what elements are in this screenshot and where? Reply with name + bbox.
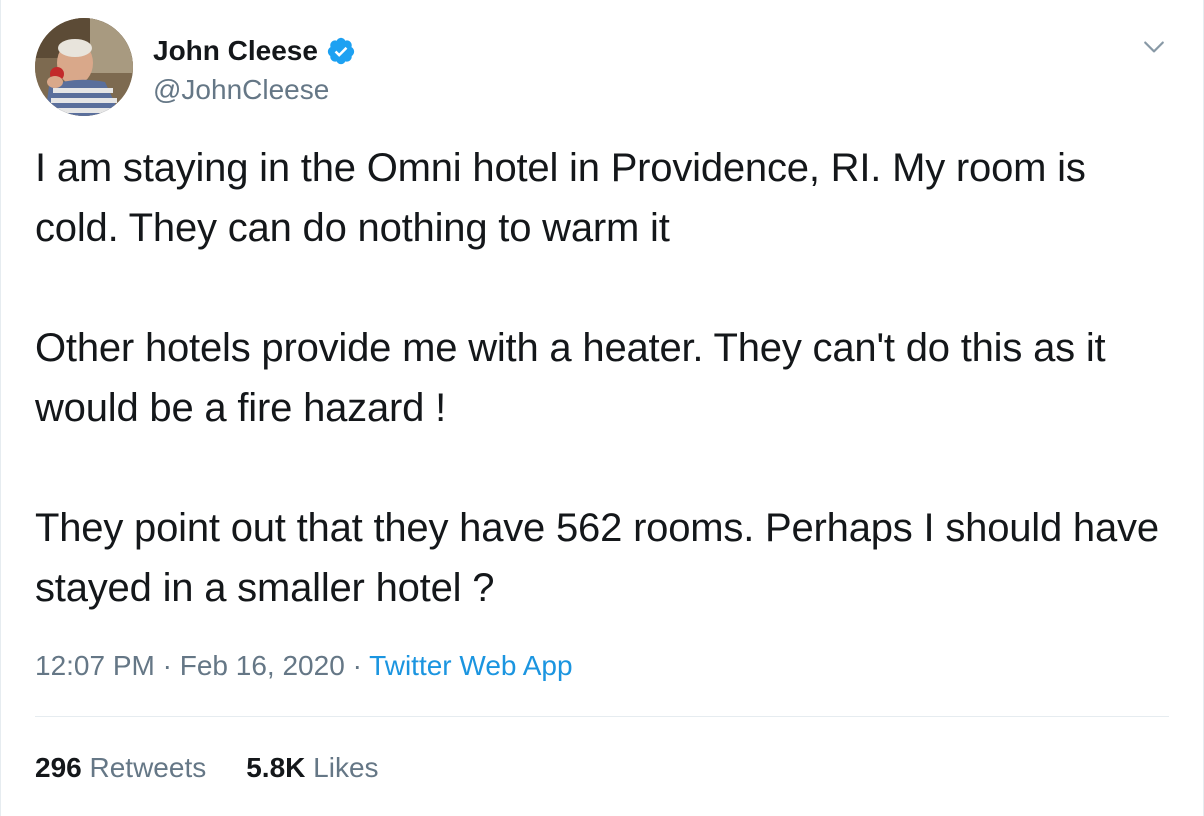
- tweet-time[interactable]: 12:07 PM: [35, 650, 155, 681]
- likes-stat[interactable]: 5.8K Likes: [246, 748, 378, 788]
- tweet-metadata: 12:07 PM · Feb 16, 2020 · Twitter Web Ap…: [35, 646, 573, 686]
- likes-count: 5.8K: [246, 752, 306, 783]
- tweet-header: John Cleese @JohnCleese: [35, 18, 1169, 118]
- tweet-source-link[interactable]: Twitter Web App: [369, 650, 572, 681]
- avatar[interactable]: [35, 18, 133, 116]
- likes-label: Likes: [313, 752, 379, 783]
- tweet-date[interactable]: Feb 16, 2020: [180, 650, 345, 681]
- name-row: John Cleese: [153, 34, 356, 68]
- chevron-down-icon[interactable]: [1139, 32, 1169, 62]
- tweet-paragraph: Other hotels provide me with a heater. T…: [35, 326, 1106, 430]
- verified-badge-icon: [326, 36, 356, 66]
- tweet-card: John Cleese @JohnCleese I am staying in …: [0, 0, 1204, 816]
- retweets-count: 296: [35, 752, 82, 783]
- retweets-stat[interactable]: 296 Retweets: [35, 748, 206, 788]
- user-handle[interactable]: @JohnCleese: [153, 73, 329, 107]
- profile-photo-icon: [35, 18, 133, 116]
- display-name[interactable]: John Cleese: [153, 34, 318, 68]
- tweet-stats: 296 Retweets 5.8K Likes: [35, 748, 379, 788]
- tweet-paragraph: They point out that they have 562 rooms.…: [35, 506, 1159, 610]
- tweet-text: I am staying in the Omni hotel in Provid…: [35, 138, 1169, 618]
- tweet-paragraph: I am staying in the Omni hotel in Provid…: [35, 146, 1086, 250]
- meta-separator: ·: [162, 650, 172, 681]
- divider: [35, 716, 1169, 717]
- retweets-label: Retweets: [89, 752, 207, 783]
- meta-separator: ·: [352, 650, 362, 681]
